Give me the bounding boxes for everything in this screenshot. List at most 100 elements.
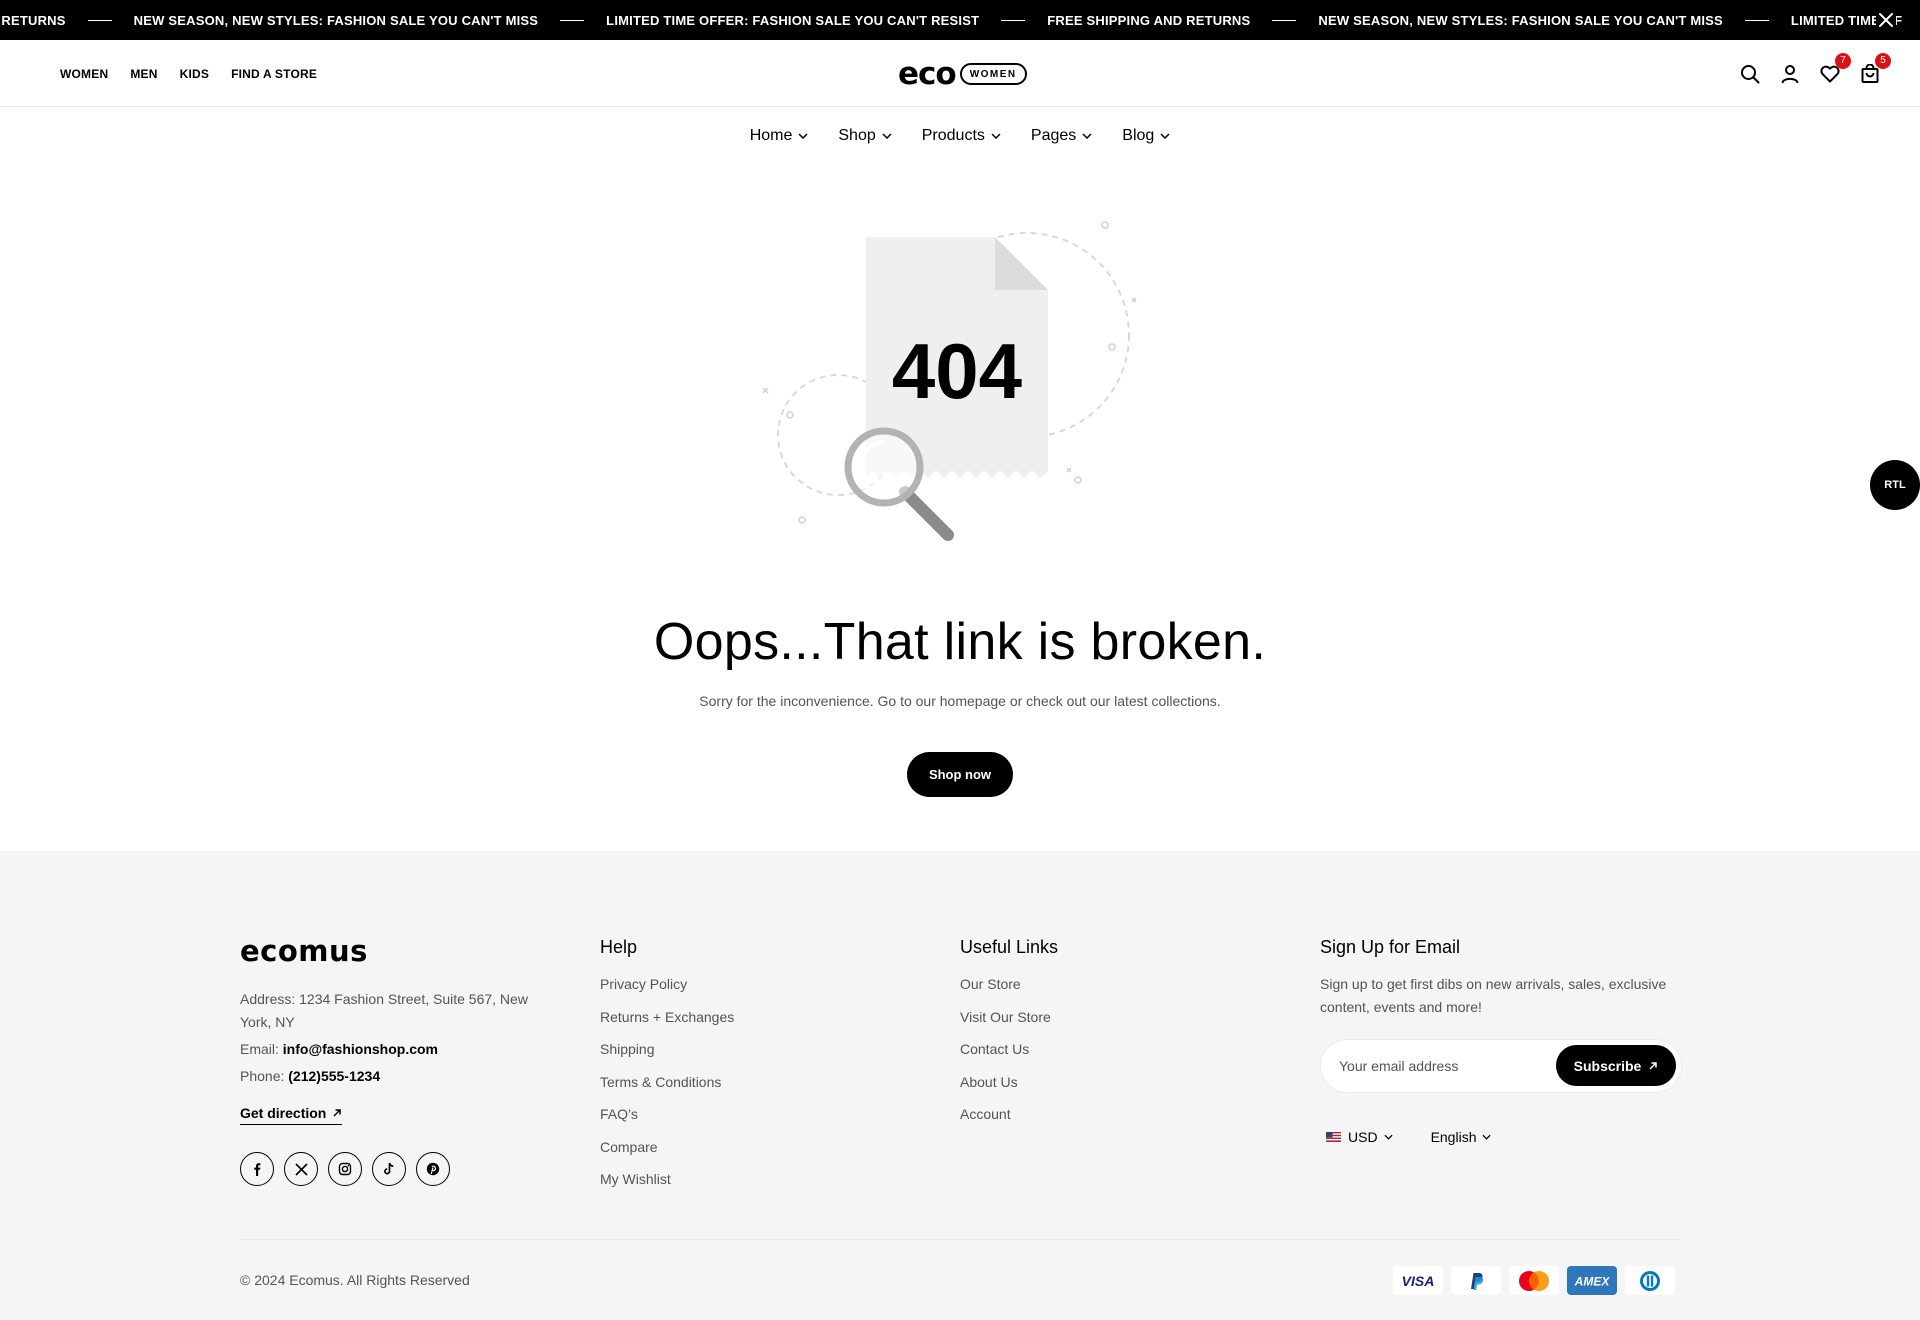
nav-products[interactable]: Products (922, 127, 1001, 145)
help-link[interactable]: Privacy Policy (600, 976, 734, 1009)
facebook-icon[interactable] (240, 1152, 274, 1186)
useful-links-heading: Useful Links (960, 937, 1059, 957)
logo-badge: WOMEN (959, 63, 1027, 85)
error-subtitle: Sorry for the inconvenience. Go to our h… (699, 693, 1221, 709)
close-icon[interactable] (1876, 10, 1896, 30)
rtl-toggle-button[interactable]: RTL (1870, 460, 1920, 510)
useful-link[interactable]: Contact Us (960, 1041, 1058, 1074)
error-code: 404 (892, 327, 1022, 415)
locale-selectors: USD English (1320, 1129, 1492, 1145)
subscribe-button[interactable]: Subscribe (1556, 1045, 1676, 1086)
nav-shop[interactable]: Shop (838, 127, 892, 145)
copyright: © 2024 Ecomus. All Rights Reserved (240, 1272, 470, 1288)
social-links (240, 1152, 450, 1186)
phone-label: Phone: (240, 1068, 289, 1084)
nav-label: Products (921, 127, 985, 144)
phone-value[interactable]: (212)555-1234 (288, 1068, 380, 1084)
useful-link[interactable]: About Us (960, 1074, 1058, 1107)
announcement-separator (560, 19, 585, 21)
diners-club-icon (1625, 1266, 1675, 1295)
help-link[interactable]: Shipping (600, 1041, 734, 1074)
help-link[interactable]: FAQ’s (600, 1106, 734, 1139)
currency-select[interactable]: USD (1320, 1129, 1393, 1145)
email-value[interactable]: info@fashionshop.com (283, 1041, 438, 1057)
newsletter-form: Subscribe (1320, 1039, 1682, 1093)
tiktok-icon[interactable] (372, 1152, 406, 1186)
help-link[interactable]: Returns + Exchanges (600, 1009, 734, 1042)
header-icons: 7 5 (1740, 40, 1891, 107)
announcement-item: LIMITED TIME OFFER: FASHION SALE YOU CAN… (606, 12, 980, 28)
user-icon[interactable] (1780, 64, 1800, 84)
footer-address: Address: 1234 Fashion Street, Suite 567,… (240, 991, 528, 1030)
cart-count-badge: 5 (1875, 52, 1891, 69)
main-nav: Home Shop Products Pages Blog (0, 108, 1920, 164)
subscribe-label: Subscribe (1573, 1057, 1642, 1074)
help-link[interactable]: My Wishlist (600, 1171, 734, 1204)
footer-useful-column: Useful Links Our Store Visit Our Store C… (960, 937, 1058, 1139)
mastercard-icon (1509, 1266, 1559, 1295)
top-link-find-store[interactable]: FIND A STORE (231, 67, 317, 81)
visa-label: VISA (1402, 1273, 1435, 1289)
nav-blog[interactable]: Blog (1122, 127, 1170, 145)
site-footer: ecomus Address: 1234 Fashion Street, Sui… (0, 851, 1920, 1320)
announcement-item: NEW SEASON, NEW STYLES: FASHION SALE YOU… (133, 12, 539, 28)
help-heading: Help (600, 937, 638, 957)
language-select[interactable]: English (1431, 1129, 1492, 1145)
wishlist-count-badge: 7 (1835, 52, 1851, 69)
nav-label: Shop (838, 127, 876, 144)
arrow-up-right-icon (1649, 1061, 1658, 1070)
chevron-down-icon (1082, 133, 1092, 139)
chevron-down-icon (1482, 1134, 1492, 1140)
announcement-item: NEW SEASON, NEW STYLES: FASHION SALE YOU… (1318, 12, 1723, 28)
help-link[interactable]: Terms & Conditions (600, 1074, 734, 1107)
useful-link[interactable]: Our Store (960, 976, 1058, 1009)
cart-icon[interactable]: 5 (1860, 52, 1891, 84)
error-title: Oops...That link is broken. (653, 613, 1267, 671)
chevron-down-icon (798, 133, 808, 139)
help-links: Privacy Policy Returns + Exchanges Shipp… (600, 976, 734, 1204)
announcement-separator (1001, 19, 1026, 21)
get-direction-label: Get direction (240, 1105, 327, 1121)
paypal-icon (1451, 1266, 1501, 1295)
nav-label: Home (749, 127, 793, 144)
amex-icon: AMEX (1567, 1266, 1617, 1295)
404-illustration: 404 (762, 221, 1137, 541)
instagram-icon[interactable] (328, 1152, 362, 1186)
useful-links: Our Store Visit Our Store Contact Us Abo… (960, 976, 1058, 1139)
useful-link[interactable]: Account (960, 1106, 1058, 1139)
announcement-track: D RETURNS NEW SEASON, NEW STYLES: FASHIO… (0, 0, 1902, 40)
us-flag-icon (1326, 1132, 1341, 1142)
footer-help-column: Help Privacy Policy Returns + Exchanges … (600, 937, 734, 1204)
top-link-men[interactable]: MEN (130, 67, 157, 81)
footer-logo[interactable]: ecomus (240, 934, 368, 968)
x-twitter-icon[interactable] (284, 1152, 318, 1186)
top-link-women[interactable]: WOMEN (60, 67, 108, 81)
site-logo[interactable]: eco WOMEN (898, 59, 1027, 90)
help-link[interactable]: Compare (600, 1139, 734, 1172)
footer-phone: Phone: (212)555-1234 (240, 1068, 380, 1084)
nav-home[interactable]: Home (750, 127, 809, 145)
pinterest-icon[interactable] (416, 1152, 450, 1186)
shop-now-button[interactable]: Shop now (907, 752, 1013, 797)
useful-link[interactable]: Visit Our Store (960, 1009, 1058, 1042)
announcement-item: D RETURNS (0, 12, 66, 28)
nav-label: Blog (1122, 127, 1155, 144)
footer-email: Email: info@fashionshop.com (240, 1041, 438, 1057)
search-icon[interactable] (1740, 64, 1760, 84)
email-label: Email: (240, 1041, 283, 1057)
footer-divider (240, 1239, 1680, 1240)
announcement-item: FREE SHIPPING AND RETURNS (1047, 12, 1251, 28)
chevron-down-icon (991, 133, 1001, 139)
wishlist-icon[interactable]: 7 (1820, 52, 1851, 84)
top-link-kids[interactable]: KIDS (180, 67, 209, 81)
site-header: WOMEN MEN KIDS FIND A STORE eco WOMEN 7 … (0, 40, 1920, 107)
nav-pages[interactable]: Pages (1031, 127, 1092, 145)
get-direction-link[interactable]: Get direction (240, 1105, 343, 1125)
payment-methods: VISA AMEX (1393, 1266, 1675, 1295)
arrow-up-right-icon (333, 1109, 342, 1117)
visa-icon: VISA (1393, 1266, 1443, 1295)
amex-label: AMEX (1574, 1274, 1611, 1288)
announcement-separator (87, 19, 112, 21)
email-input[interactable] (1339, 1040, 1539, 1092)
language-value: English (1430, 1129, 1477, 1145)
